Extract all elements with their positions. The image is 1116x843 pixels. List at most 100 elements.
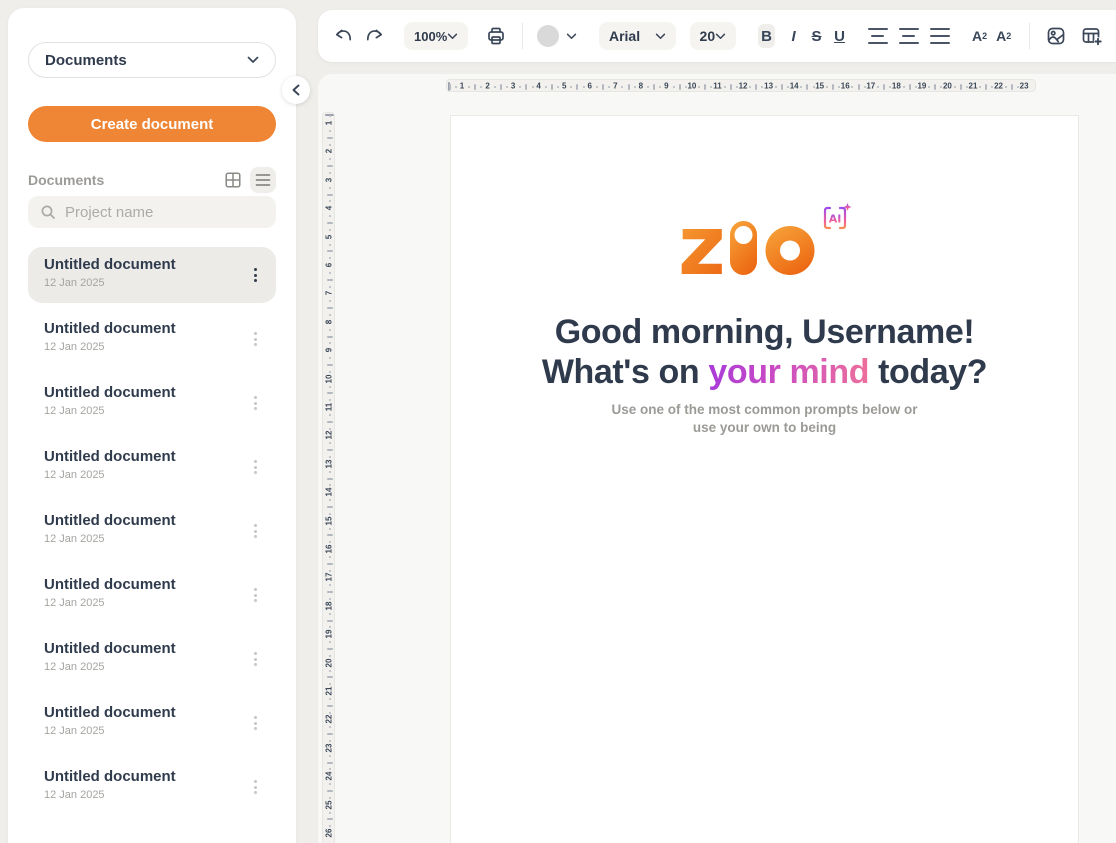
insert-image-button[interactable] (1046, 26, 1066, 46)
bold-button[interactable]: B (758, 24, 775, 48)
document-date: 12 Jan 2025 (44, 661, 262, 673)
greeting-subtitle: Use one of the most common prompts below… (451, 401, 1078, 437)
text-color-swatch[interactable] (537, 25, 559, 47)
vertical-ruler: 1234567891011121314151617181920212223242… (322, 112, 335, 843)
insert-table-button[interactable] (1081, 26, 1103, 46)
document-list-item[interactable]: Untitled document 12 Jan 2025 (28, 567, 276, 623)
document-date: 12 Jan 2025 (44, 725, 262, 737)
text-color-dropdown[interactable] (566, 33, 577, 40)
editor-canvas: 1234567891011121314151617181920212223 12… (318, 74, 1116, 843)
document-title: Untitled document (44, 640, 262, 657)
subscript-button[interactable]: A2 (996, 28, 1011, 44)
chevron-down-icon (655, 33, 666, 40)
create-document-button[interactable]: Create document (28, 106, 276, 142)
print-button[interactable] (486, 26, 506, 46)
logo-letter-z: z (678, 203, 726, 281)
document-list-item[interactable]: Untitled document 12 Jan 2025 (28, 503, 276, 559)
document-title: Untitled document (44, 384, 262, 401)
document-date: 12 Jan 2025 (44, 597, 262, 609)
strikethrough-button[interactable]: S (808, 24, 825, 48)
undo-button[interactable] (332, 27, 354, 45)
document-date: 12 Jan 2025 (44, 277, 262, 289)
document-page[interactable]: z AI Good morning, Username! What's on y… (450, 115, 1079, 843)
kebab-menu-icon[interactable] (246, 712, 264, 734)
greeting-line1: Good morning, Username! (451, 312, 1078, 352)
workspace-selector[interactable]: Documents (28, 42, 276, 78)
chevron-down-icon (447, 33, 458, 40)
align-left-button[interactable] (868, 28, 888, 44)
document-list: Untitled document 12 Jan 2025 Untitled d… (28, 247, 276, 823)
ai-badge-icon: AI (825, 203, 852, 228)
zio-logo: z AI (678, 203, 852, 281)
underline-button[interactable]: U (831, 24, 848, 48)
sidebar-panel: Documents Create document Documents Unti… (8, 8, 296, 843)
font-size-value: 20 (700, 28, 716, 44)
document-date: 12 Jan 2025 (44, 789, 262, 801)
image-icon (1046, 26, 1066, 46)
superscript-button[interactable]: A2 (972, 28, 987, 44)
kebab-menu-icon[interactable] (246, 584, 264, 606)
sidebar-collapse-button[interactable] (282, 76, 310, 104)
document-title: Untitled document (44, 576, 262, 593)
document-title: Untitled document (44, 768, 262, 785)
print-icon (486, 26, 506, 46)
align-center-button[interactable] (899, 28, 919, 44)
document-search[interactable] (28, 196, 276, 228)
kebab-menu-icon[interactable] (246, 648, 264, 670)
search-icon (40, 204, 56, 220)
undo-icon (332, 27, 354, 45)
horizontal-ruler: 1234567891011121314151617181920212223 (446, 79, 1036, 92)
greeting-highlight: your mind (708, 353, 869, 391)
documents-section-header: Documents (28, 166, 276, 194)
kebab-menu-icon[interactable] (246, 520, 264, 542)
list-view-button[interactable] (250, 167, 276, 193)
document-date: 12 Jan 2025 (44, 405, 262, 417)
redo-button[interactable] (364, 27, 386, 45)
redo-icon (364, 27, 386, 45)
document-list-item[interactable]: Untitled document 12 Jan 2025 (28, 631, 276, 687)
kebab-menu-icon[interactable] (246, 264, 264, 286)
document-list-item[interactable]: Untitled document 12 Jan 2025 (28, 375, 276, 431)
documents-section-label: Documents (28, 172, 220, 188)
font-family-dropdown[interactable]: Arial (599, 22, 676, 50)
kebab-menu-icon[interactable] (246, 392, 264, 414)
kebab-menu-icon[interactable] (246, 776, 264, 798)
document-list-item[interactable]: Untitled document 12 Jan 2025 (28, 695, 276, 751)
document-title: Untitled document (44, 512, 262, 529)
font-size-dropdown[interactable]: 20 (690, 22, 737, 50)
format-toolbar: 100% Arial 20 B I S U A2 A2 (318, 10, 1116, 62)
workspace-selector-label: Documents (45, 52, 127, 69)
chevron-down-icon (566, 33, 577, 40)
document-date: 12 Jan 2025 (44, 469, 262, 481)
document-title: Untitled document (44, 448, 262, 465)
document-title: Untitled document (44, 320, 262, 337)
toolbar-divider (1029, 23, 1030, 49)
zoom-level-dropdown[interactable]: 100% (404, 22, 468, 50)
table-add-icon (1081, 26, 1103, 46)
document-list-item[interactable]: Untitled document 12 Jan 2025 (28, 759, 276, 815)
document-list-item[interactable]: Untitled document 12 Jan 2025 (28, 311, 276, 367)
font-family-value: Arial (609, 28, 640, 44)
kebab-menu-icon[interactable] (246, 328, 264, 350)
chevron-left-icon (291, 84, 301, 96)
document-date: 12 Jan 2025 (44, 341, 262, 353)
align-right-button[interactable] (930, 28, 950, 44)
greeting-line2: What's on your mind today? (451, 352, 1078, 392)
grid-view-button[interactable] (220, 167, 246, 193)
document-date: 12 Jan 2025 (44, 533, 262, 545)
italic-button[interactable]: I (785, 24, 802, 48)
chevron-down-icon (247, 56, 259, 64)
document-title: Untitled document (44, 256, 262, 273)
document-list-item[interactable]: Untitled document 12 Jan 2025 (28, 439, 276, 495)
kebab-menu-icon[interactable] (246, 456, 264, 478)
search-input[interactable] (65, 204, 255, 221)
color-swatch-circle (537, 25, 559, 47)
document-title: Untitled document (44, 704, 262, 721)
greeting-heading: Good morning, Username! What's on your m… (451, 312, 1078, 392)
grid-view-icon (224, 171, 242, 189)
chevron-down-icon (715, 33, 726, 40)
zoom-level-value: 100% (414, 29, 447, 44)
list-view-icon (255, 173, 271, 187)
document-list-item[interactable]: Untitled document 12 Jan 2025 (28, 247, 276, 303)
toolbar-divider (522, 23, 523, 49)
